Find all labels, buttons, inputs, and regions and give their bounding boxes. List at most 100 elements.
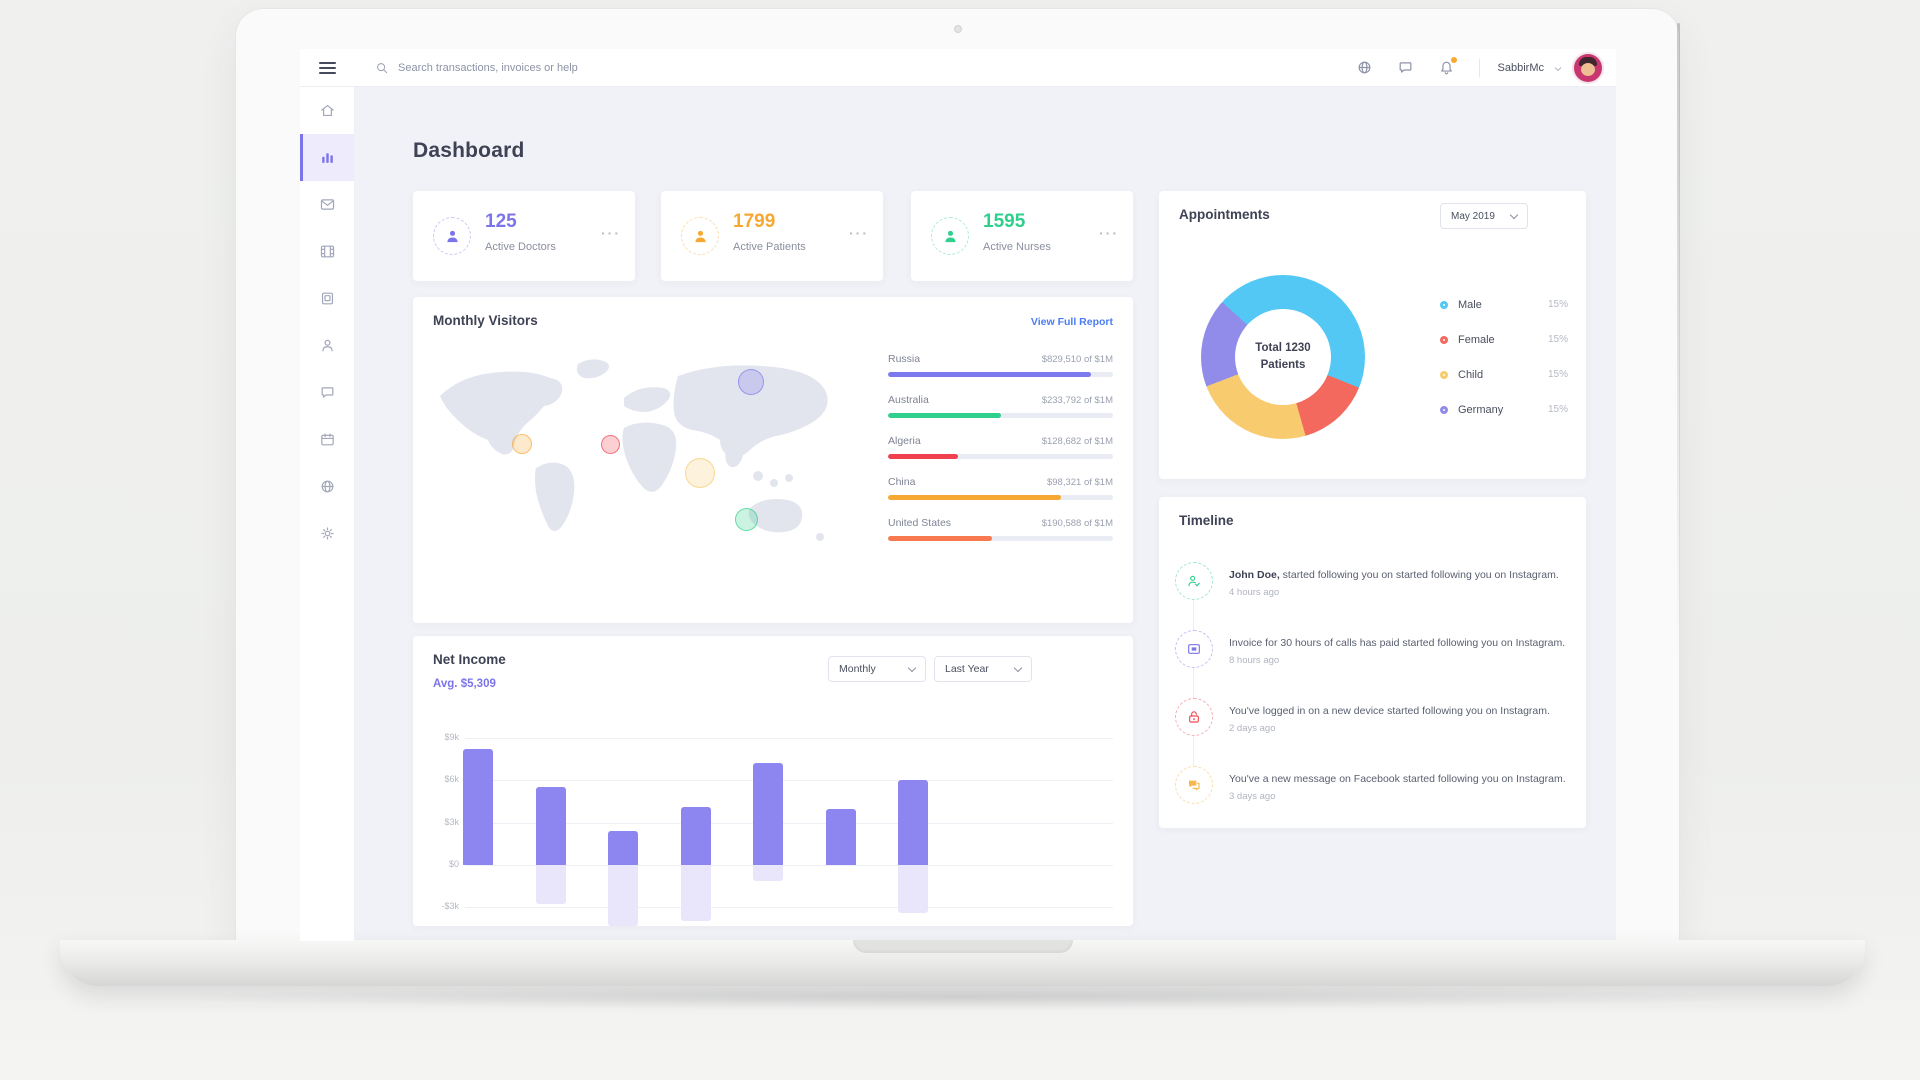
sidebar [300, 87, 355, 941]
country-row: Algeria $128,682 of $1M [888, 435, 1113, 459]
progress-track [888, 536, 1113, 541]
screen-edge-shadow [1677, 23, 1680, 663]
messages-icon[interactable] [1397, 59, 1414, 76]
chat-double-icon [1175, 766, 1213, 804]
timeline-connector [1193, 587, 1194, 785]
bar-shadow [898, 865, 928, 913]
person-check-icon [1175, 562, 1213, 600]
chevron-down-icon [907, 663, 917, 672]
timeline-text: You've a new message on Facebook started… [1229, 772, 1572, 804]
more-icon[interactable]: ··· [1099, 225, 1119, 241]
legend-percent: 15% [1547, 299, 1568, 310]
calendar-icon [319, 431, 336, 448]
webcam-dot [953, 25, 962, 33]
page-background: SabbirMc Dashboard 125Active Doctors···1… [0, 0, 1920, 1080]
settings-icon [319, 525, 336, 542]
card-title: Appointments [1179, 207, 1270, 222]
sidebar-item-user[interactable] [300, 322, 354, 369]
timeline-time: 2 days ago [1229, 723, 1276, 734]
sidebar-item-chat[interactable] [300, 369, 354, 416]
timeline-time: 3 days ago [1229, 791, 1276, 802]
country-value: $233,792 of $1M [1041, 395, 1113, 406]
gridline [465, 738, 1113, 739]
monthly-visitors-card: Monthly Visitors View Full Report Russia… [413, 297, 1133, 623]
donut-legend: Male 15% Female 15% Child 15% Germany 15% [1440, 295, 1568, 435]
country-name: China [888, 476, 916, 488]
sidebar-item-calendar[interactable] [300, 416, 354, 463]
bar-shadow [535, 865, 566, 905]
laptop-base [60, 940, 1865, 986]
legend-ring-icon [1440, 300, 1448, 309]
user-menu[interactable]: SabbirMc [1498, 53, 1602, 82]
sidebar-item-film[interactable] [300, 228, 354, 275]
country-value: $98,321 of $1M [1046, 477, 1113, 488]
stat-value: 125 [485, 211, 517, 232]
donut-sub-label: Patients [1260, 359, 1306, 371]
laptop-frame: SabbirMc Dashboard 125Active Doctors···1… [235, 8, 1680, 941]
legend-ring-icon [1440, 370, 1448, 379]
donut-total-label: Total 1230 [1255, 342, 1311, 354]
sidebar-item-globe[interactable] [300, 463, 354, 510]
globe-icon[interactable] [1356, 59, 1373, 76]
world-map-svg [440, 359, 828, 541]
invoice-card-icon [1175, 630, 1213, 668]
progress-track [888, 413, 1113, 418]
notifications-bell-icon[interactable] [1438, 57, 1457, 76]
chevron-down-icon [1509, 210, 1519, 219]
interval-dropdown[interactable]: Monthly [828, 656, 926, 682]
progress-track [888, 372, 1113, 377]
map-marker-north-america [511, 434, 532, 455]
country-name: Australia [888, 394, 929, 406]
laptop-shadow [160, 984, 1760, 1010]
sidebar-item-tablet[interactable] [300, 275, 354, 322]
timeline-card: Timeline John Doe, started following you… [1159, 497, 1586, 828]
card-title: Monthly Visitors [433, 313, 538, 328]
country-value: $829,510 of $1M [1041, 354, 1113, 365]
app-screen: SabbirMc Dashboard 125Active Doctors···1… [300, 49, 1616, 941]
country-name: Algeria [888, 435, 921, 447]
range-dropdown[interactable]: Last Year [934, 656, 1032, 682]
globe-icon [319, 478, 336, 495]
dropdown-value: May 2019 [1451, 210, 1495, 222]
hamburger-menu-icon[interactable] [300, 59, 355, 77]
y-axis-label: $6k [444, 774, 459, 785]
income-bar [608, 831, 638, 865]
country-row: Russia $829,510 of $1M [888, 353, 1113, 377]
stat-value: 1595 [983, 211, 1026, 232]
progress-fill [888, 495, 1062, 500]
timeline-time: 4 hours ago [1229, 587, 1280, 598]
main-content: Dashboard 125 Active Doctors ··· 1799 Active… [355, 87, 1616, 941]
tablet-icon [319, 290, 336, 307]
legend-ring-icon [1440, 405, 1448, 414]
person-icon [931, 217, 969, 255]
card-title: Timeline [1179, 513, 1234, 528]
person-icon [681, 217, 719, 255]
progress-fill [888, 413, 1001, 418]
more-icon[interactable]: ··· [601, 225, 621, 241]
income-bar [753, 763, 783, 865]
stat-value: 1799 [733, 211, 776, 232]
sidebar-item-home[interactable] [300, 87, 354, 134]
sidebar-item-settings[interactable] [300, 510, 354, 557]
search-input[interactable] [398, 61, 718, 74]
legend-item-germany: Germany 15% [1440, 400, 1568, 419]
home-icon [319, 102, 336, 119]
sidebar-item-bar-chart[interactable] [300, 134, 354, 181]
appointments-card: Appointments May 2019 Total 1230 Patient… [1159, 191, 1586, 479]
income-bar [680, 807, 711, 865]
user-icon [319, 337, 336, 354]
lock-icon [1175, 698, 1213, 736]
sidebar-item-mail[interactable] [300, 181, 354, 228]
legend-label: Child [1458, 368, 1484, 381]
more-icon[interactable]: ··· [849, 225, 869, 241]
legend-label: Male [1458, 298, 1482, 311]
y-axis-label: -$3k [441, 901, 459, 912]
search-icon [375, 61, 389, 75]
month-dropdown[interactable]: May 2019 [1440, 203, 1528, 229]
view-full-report-link[interactable]: View Full Report [1031, 316, 1113, 328]
progress-track [888, 454, 1113, 459]
topbar-right: SabbirMc [1332, 53, 1616, 82]
dropdown-value: Monthly [839, 663, 876, 675]
gridline [465, 780, 1113, 782]
y-axis-label: $9k [444, 732, 459, 742]
